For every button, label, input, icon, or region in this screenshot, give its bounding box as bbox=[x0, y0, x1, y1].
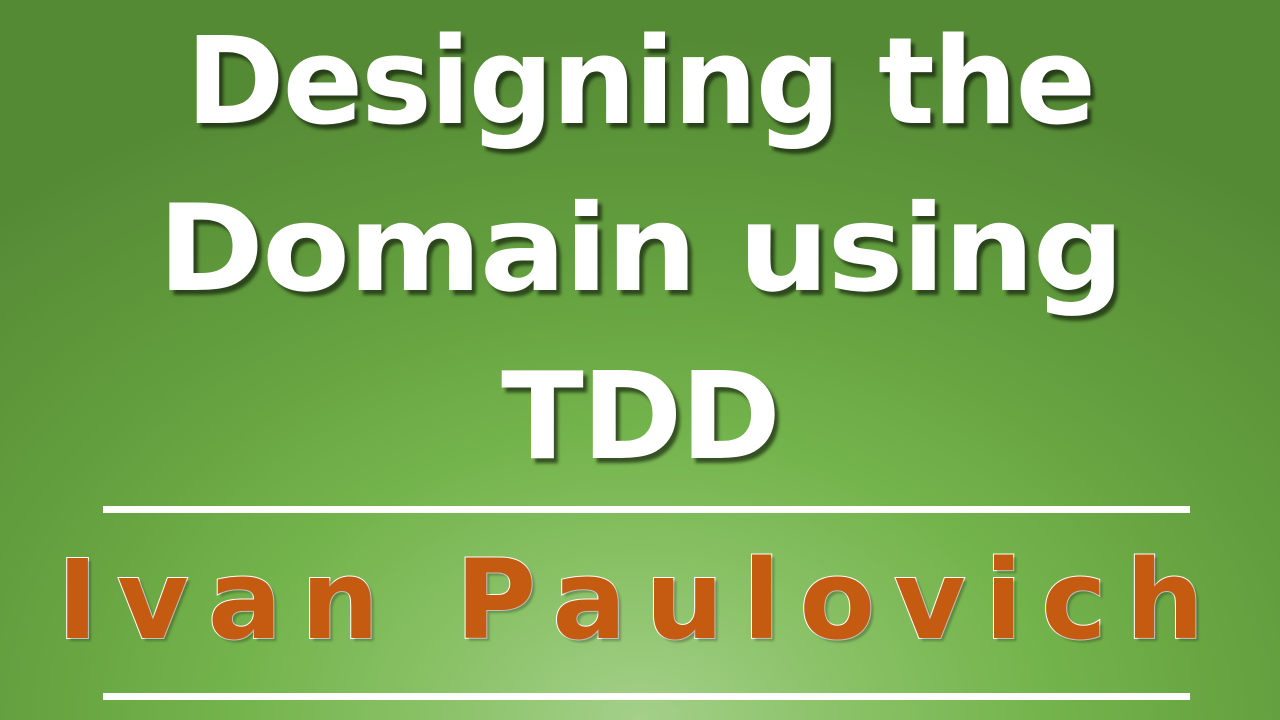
bottom-divider bbox=[103, 693, 1190, 700]
top-divider bbox=[103, 506, 1190, 513]
title-line-1: Designing the bbox=[185, 13, 1096, 152]
author-name: Ivan Paulovich bbox=[56, 536, 1223, 664]
title-line-2: Domain using bbox=[157, 180, 1125, 319]
title-line-3: TDD bbox=[501, 348, 781, 487]
